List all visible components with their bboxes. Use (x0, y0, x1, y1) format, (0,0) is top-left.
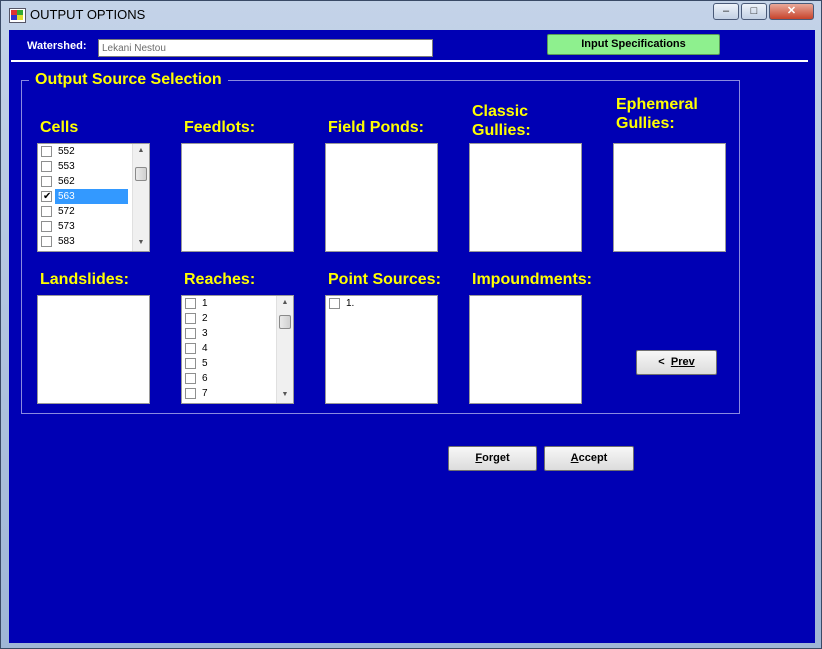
impoundments-list[interactable] (469, 295, 582, 404)
feedlots-label: Feedlots: (184, 119, 256, 136)
list-item-label: 4 (202, 343, 208, 354)
list-item-label: 1. (346, 298, 355, 309)
list-item-label: 552 (58, 146, 75, 157)
list-item-label: 7 (202, 388, 208, 399)
point-sources-label: Point Sources: (328, 271, 441, 288)
impoundments-label: Impoundments: (472, 271, 592, 288)
checkbox[interactable] (41, 176, 52, 187)
app-icon (9, 8, 26, 23)
ephemeral-gullies-label: Ephemeral Gullies: (616, 96, 698, 132)
group-title: Output Source Selection (29, 71, 228, 89)
checkbox[interactable] (185, 373, 196, 384)
forget-label: orget (482, 452, 510, 464)
scroll-down-icon[interactable]: ▼ (277, 388, 293, 402)
forget-button[interactable]: Forget (448, 446, 537, 471)
accept-button[interactable]: Accept (544, 446, 634, 471)
field-ponds-label: Field Ponds: (328, 119, 424, 136)
scroll-down-icon[interactable]: ▼ (133, 236, 149, 250)
checkbox[interactable] (41, 206, 52, 217)
maximize-button[interactable]: □ (741, 3, 767, 20)
close-button[interactable]: ✕ (769, 3, 814, 20)
list-item-label: 583 (58, 236, 75, 247)
prev-button[interactable]: < Prev (636, 350, 717, 375)
landslides-label: Landslides: (40, 271, 129, 288)
feedlots-list[interactable] (181, 143, 294, 252)
client-area: Watershed: Input Specifications Output S… (9, 30, 815, 643)
checkbox[interactable] (185, 313, 196, 324)
list-item-label: 563 (55, 189, 128, 204)
list-item-label: 562 (58, 176, 75, 187)
checkbox[interactable] (185, 328, 196, 339)
list-item-label: 3 (202, 328, 208, 339)
reaches-scrollbar[interactable]: ▲ ▼ (276, 296, 293, 403)
checkbox[interactable] (41, 161, 52, 172)
ephemeral-gullies-list[interactable] (613, 143, 726, 252)
scroll-up-icon[interactable]: ▲ (133, 144, 149, 158)
checkbox[interactable] (185, 343, 196, 354)
list-item[interactable]: 1. (326, 296, 437, 311)
list-item-label: 1 (202, 298, 208, 309)
check-icon: ✔ (43, 191, 52, 202)
prev-label: rev (678, 356, 695, 368)
point-sources-items: 1. (326, 296, 437, 311)
scroll-thumb[interactable] (135, 167, 147, 181)
reaches-label: Reaches: (184, 271, 256, 288)
accept-label: ccept (578, 452, 608, 464)
prev-arrow-icon: < (658, 356, 665, 368)
list-item-label: 573 (58, 221, 75, 232)
input-specifications-button[interactable]: Input Specifications (547, 34, 720, 55)
checkbox[interactable] (329, 298, 340, 309)
watershed-field[interactable] (98, 39, 433, 57)
cells-scrollbar[interactable]: ▲ ▼ (132, 144, 149, 251)
accept-mnemonic: A (570, 452, 579, 464)
classic-gullies-label: Classic Gullies: (472, 103, 531, 139)
window-title: OUTPUT OPTIONS (30, 7, 146, 22)
field-ponds-list[interactable] (325, 143, 438, 252)
reaches-list[interactable]: 1 2 3 4 5 6 7 ▲ ▼ (181, 295, 294, 404)
cells-list[interactable]: 552 553 562 ✔ 563 572 573 583 ▲ ▼ (37, 143, 150, 252)
title-bar[interactable]: OUTPUT OPTIONS ‒ □ ✕ (1, 1, 821, 29)
list-item-label: 5 (202, 358, 208, 369)
scroll-up-icon[interactable]: ▲ (277, 296, 293, 310)
separator-line (11, 60, 808, 62)
minimize-button[interactable]: ‒ (713, 3, 739, 20)
checkbox[interactable] (185, 298, 196, 309)
landslides-list[interactable] (37, 295, 150, 404)
output-options-window: OUTPUT OPTIONS ‒ □ ✕ Watershed: Input Sp… (0, 0, 822, 649)
list-item-label: 553 (58, 161, 75, 172)
checkbox[interactable] (185, 388, 196, 399)
classic-gullies-list[interactable] (469, 143, 582, 252)
list-item-label: 572 (58, 206, 75, 217)
checkbox[interactable] (185, 358, 196, 369)
scroll-thumb[interactable] (279, 315, 291, 329)
list-item-label: 6 (202, 373, 208, 384)
point-sources-list[interactable]: 1. (325, 295, 438, 404)
checkbox[interactable] (41, 221, 52, 232)
checkbox[interactable]: ✔ (41, 191, 52, 202)
watershed-label: Watershed: (27, 40, 87, 52)
cells-label: Cells (40, 119, 79, 136)
checkbox[interactable] (41, 146, 52, 157)
checkbox[interactable] (41, 236, 52, 247)
list-item-label: 2 (202, 313, 208, 324)
